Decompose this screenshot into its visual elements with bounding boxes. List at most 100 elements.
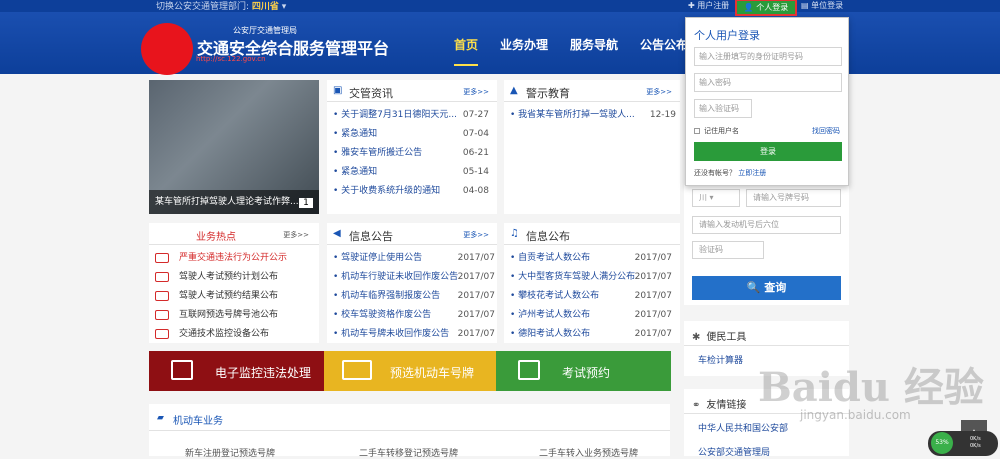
calendar-icon: [518, 360, 540, 380]
register-now-link[interactable]: 立即注册: [738, 169, 766, 177]
warning-icon: ▲: [510, 85, 518, 96]
info-title: 信息公告: [349, 230, 393, 243]
plate-select-tile[interactable]: 预选机动车号牌: [324, 351, 496, 391]
ministry-link[interactable]: 中华人民共和国公安部: [698, 421, 788, 434]
info-notice-panel: ◀ 信息公告 更多>> • 驾驶证停止使用公告 2017/07 • 机动车行驶证未收回…: [327, 223, 497, 343]
forgot-password-link[interactable]: 找回密码: [812, 126, 840, 136]
news-title: 交管资讯: [349, 87, 393, 100]
pub-title: 信息公布: [526, 230, 570, 243]
site-domain: http://sc.122.gov.cn: [196, 55, 266, 63]
violation-query-panel: 川 ▾ 请输入号牌号码 请输入发动机号后六位 验证码 🔍 查询: [684, 185, 849, 305]
warning-title: 警示教育: [526, 87, 570, 100]
list-item[interactable]: • 泸州考试人数公布 2017/07: [510, 306, 680, 325]
warning-more-link[interactable]: 更多>>: [646, 87, 672, 97]
remember-checkbox[interactable]: 记住用户名: [694, 126, 739, 136]
dept-switch[interactable]: 切换公安交通管理部门: 四川省 ▾: [156, 0, 286, 12]
list-item[interactable]: • 关于调整7月31日德阳天元... 07-27: [333, 106, 497, 125]
province-prefix-select[interactable]: 川 ▾: [692, 189, 740, 207]
calendar-check-icon: [155, 291, 169, 301]
info-publish-panel: ♫ 信息公布 • 自贡考试人数公布 2017/07 • 大中型客货车驾驶人满分公布 2…: [504, 223, 680, 343]
top-bar: 切换公安交通管理部门: 四川省 ▾ ✚ 用户注册 👤 个人登录 ▤ 单位登录: [0, 0, 1000, 16]
carousel-caption[interactable]: 某车管所打掉驾驶人理论考试作弊...: [149, 190, 319, 214]
list-item[interactable]: • 紧急通知 07-04: [333, 125, 497, 144]
plate-input[interactable]: 请输入号牌号码: [746, 189, 841, 207]
list-item[interactable]: 交通技术监控设备公布: [149, 325, 319, 344]
personal-login-button[interactable]: 👤 个人登录: [735, 0, 797, 16]
province-select[interactable]: 四川省: [252, 2, 279, 12]
login-captcha-input[interactable]: 输入验证码: [694, 99, 752, 118]
login-submit-button[interactable]: 登录: [694, 142, 842, 161]
query-button[interactable]: 🔍 查询: [692, 276, 841, 300]
id-number-input[interactable]: 输入注册填写的身份证明号码: [694, 47, 842, 66]
list-item[interactable]: 驾驶人考试预约结果公布: [149, 287, 319, 306]
flag-icon: [171, 360, 193, 380]
bell-icon: ♫: [510, 228, 519, 239]
plate-icon: [155, 310, 169, 320]
warning-panel: ▲ 警示教育 更多>> • 我省某车管所打掉一驾驶人... 12-19: [504, 80, 680, 214]
violation-icon: [155, 253, 169, 263]
motor-item[interactable]: 二手车转移登记预选号牌: [359, 446, 458, 459]
news-more-link[interactable]: 更多>>: [463, 87, 489, 97]
list-item[interactable]: • 紧急通知 05-14: [333, 163, 497, 182]
nav-notice[interactable]: 公告公布: [640, 36, 688, 66]
truck-icon: ▰: [157, 413, 164, 423]
camera-violation-tile[interactable]: 电子监控违法处理: [149, 351, 324, 391]
motor-business-panel: ▰ 机动车业务 新车注册登记预选号牌 二手车转移登记预选号牌 二手车转入业务预选…: [149, 404, 670, 459]
police-logo: [141, 23, 193, 75]
download-speed: 0K/s: [970, 443, 981, 449]
hot-title: 业务热点: [196, 232, 236, 243]
list-item[interactable]: • 雅安车管所搬迁公告 06-21: [333, 144, 497, 163]
nav-business[interactable]: 业务办理: [500, 36, 548, 66]
captcha-input[interactable]: 验证码: [692, 241, 764, 259]
hot-more-link[interactable]: 更多>>: [283, 230, 309, 240]
list-item[interactable]: • 攀枝花考试人数公布 2017/07: [510, 287, 680, 306]
info-more-link[interactable]: 更多>>: [463, 230, 489, 240]
nav-service[interactable]: 服务导航: [570, 36, 618, 66]
carousel-page[interactable]: 1: [299, 198, 313, 208]
news-carousel[interactable]: 某车管所打掉驾驶人理论考试作弊... 1: [149, 80, 319, 214]
list-item[interactable]: • 校车驾驶资格作废公告 2017/07: [333, 306, 497, 325]
list-item[interactable]: • 大中型客货车驾驶人满分公布 2017/07: [510, 268, 680, 287]
camera-icon: [155, 329, 169, 339]
baidu-watermark: Baidu 经验: [758, 364, 984, 411]
exam-booking-tile[interactable]: 考试预约: [496, 351, 671, 391]
header: 公安厅交通管理局 交通安全综合服务管理平台 http://sc.122.gov.…: [0, 12, 1000, 75]
motor-title: 机动车业务: [173, 416, 223, 427]
unit-login-link[interactable]: ▤ 单位登录: [801, 0, 843, 11]
asterisk-icon: ✱: [692, 332, 701, 343]
list-item[interactable]: • 德阳考试人数公布 2017/07: [510, 325, 680, 344]
news-panel: ▣ 交管资讯 更多>> • 关于调整7月31日德阳天元... 07-27 • 紧急通知…: [327, 80, 497, 214]
links-title: 友情链接: [706, 400, 747, 411]
engine-number-input[interactable]: 请输入发动机号后六位: [692, 216, 841, 234]
car-inspection-calculator-link[interactable]: 车检计算器: [698, 353, 743, 366]
network-speed-widget: 53% 0K/s 0K/s: [928, 431, 998, 456]
list-item[interactable]: • 自贡考试人数公布 2017/07: [510, 249, 680, 268]
traffic-bureau-link[interactable]: 公安部交通管理局: [698, 445, 770, 458]
upload-speed: 0K/s: [970, 436, 981, 442]
list-item[interactable]: • 驾驶证停止使用公告 2017/07: [333, 249, 497, 268]
newspaper-icon: ▣: [333, 85, 343, 96]
register-link[interactable]: ✚ 用户注册: [688, 0, 729, 11]
no-account-text: 还没有帐号？ 立即注册: [694, 169, 767, 177]
list-item[interactable]: • 机动车行驶证未收回作废公告 2017/07: [333, 268, 497, 287]
motor-item[interactable]: 二手车转入业务预选号牌: [539, 446, 638, 459]
list-item[interactable]: • 机动车号牌未收回作废公告 2017/07: [333, 325, 497, 344]
login-title: 个人用户登录: [694, 29, 760, 42]
login-dropdown: 个人用户登录 输入注册填写的身份证明号码 输入密码 输入验证码 记住用户名 找回…: [685, 17, 849, 186]
list-item[interactable]: 互联网预选号牌号池公布: [149, 306, 319, 325]
list-item[interactable]: • 我省某车管所打掉一驾驶人... 12-19: [510, 106, 680, 125]
plate-number-icon: [342, 360, 372, 380]
megaphone-icon: ◀: [333, 228, 341, 239]
list-item[interactable]: 驾驶人考试预约计划公布: [149, 268, 319, 287]
motor-item[interactable]: 新车注册登记预选号牌: [185, 446, 275, 459]
list-item[interactable]: • 机动车临界强制报废公告 2017/07: [333, 287, 497, 306]
tools-title: 便民工具: [706, 332, 747, 343]
password-input[interactable]: 输入密码: [694, 73, 842, 92]
list-item[interactable]: 严重交通违法行为公开公示: [149, 249, 319, 268]
link-icon: ⚭: [692, 400, 701, 411]
list-item[interactable]: • 关于收费系统升级的通知 04-08: [333, 182, 497, 201]
hot-business-panel: 业务热点 更多>> 严重交通违法行为公开公示 驾驶人考试预约计划公布 驾驶人考试预…: [149, 223, 319, 343]
cpu-percent: 53%: [931, 432, 953, 454]
calendar-icon: [155, 272, 169, 282]
nav-home[interactable]: 首页: [454, 36, 479, 66]
